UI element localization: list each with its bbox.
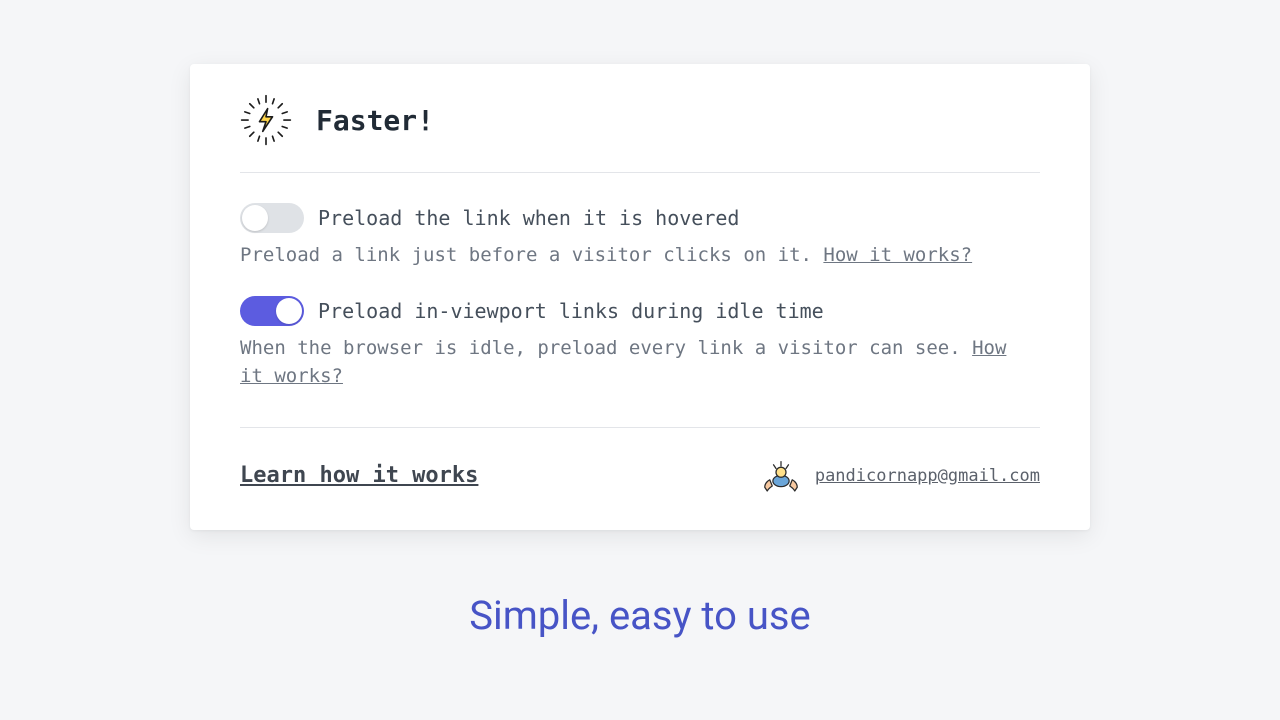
option-preload-hover: Preload the link when it is hovered Prel…	[240, 203, 1040, 270]
contact-email-link[interactable]: pandicornapp@gmail.com	[815, 466, 1040, 486]
contact-block: pandicornapp@gmail.com	[761, 456, 1040, 496]
learn-how-it-works-link[interactable]: Learn how it works	[240, 463, 478, 488]
card-header: Faster!	[240, 94, 1040, 146]
toggle-preload-hover[interactable]	[240, 203, 304, 233]
option-description: When the browser is idle, preload every …	[240, 334, 1040, 391]
option-description-text: Preload a link just before a visitor cli…	[240, 244, 823, 266]
option-description-text: When the browser is idle, preload every …	[240, 337, 972, 359]
options-section: Preload the link when it is hovered Prel…	[240, 173, 1040, 391]
tagline-text: Simple, easy to use	[469, 592, 811, 639]
settings-card: Faster! Preload the link when it is hove…	[190, 64, 1090, 530]
card-footer: Learn how it works pandicornapp@gmail.co…	[240, 428, 1040, 496]
bolt-logo-icon	[240, 94, 292, 146]
option-preload-viewport: Preload in-viewport links during idle ti…	[240, 296, 1040, 391]
card-title: Faster!	[316, 104, 434, 137]
option-description: Preload a link just before a visitor cli…	[240, 241, 1040, 270]
option-title: Preload in-viewport links during idle ti…	[318, 299, 824, 323]
option-title: Preload the link when it is hovered	[318, 206, 739, 230]
support-hands-icon	[761, 456, 801, 496]
toggle-preload-viewport[interactable]	[240, 296, 304, 326]
how-it-works-link[interactable]: How it works?	[823, 244, 972, 266]
